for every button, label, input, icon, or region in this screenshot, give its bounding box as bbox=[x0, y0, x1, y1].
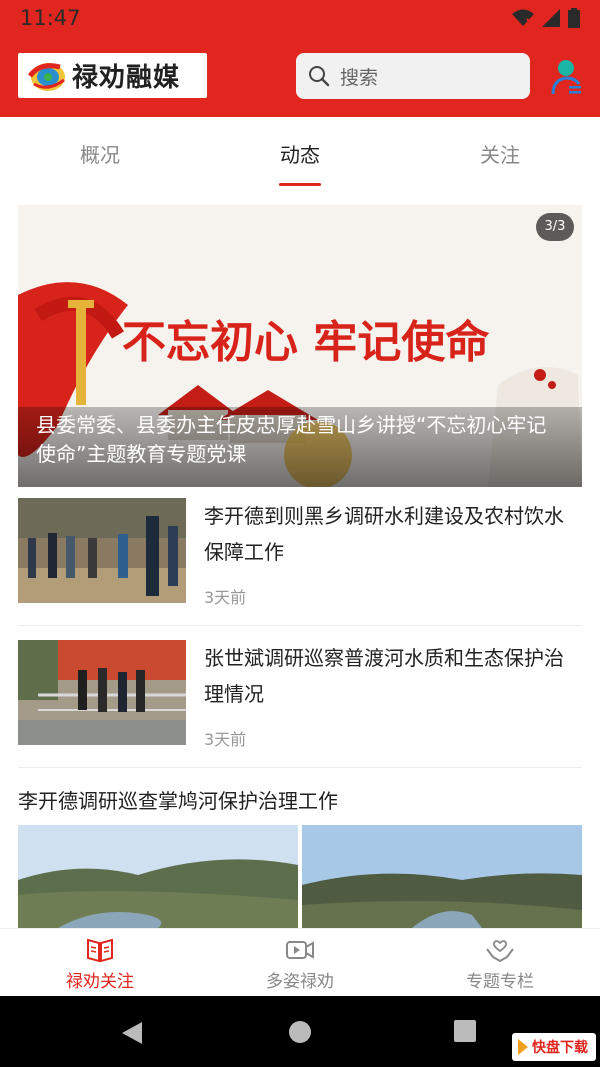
status-icons bbox=[512, 8, 580, 28]
news-item[interactable]: 李开德到则黑乡调研水利建设及农村饮水保障工作 3天前 bbox=[18, 498, 582, 626]
tab-active-indicator bbox=[279, 183, 321, 186]
tab-overview[interactable]: 概况 bbox=[0, 139, 200, 168]
gallery-image bbox=[18, 825, 298, 928]
logo-emblem-icon bbox=[27, 62, 65, 91]
banner-carousel[interactable]: 不忘初心 牢记使命 3/3 县委常委、县委办主任皮忠厚赴雪山乡讲授“不忘初心牢记… bbox=[18, 205, 582, 487]
news-time: 3天前 bbox=[204, 588, 247, 607]
news-thumbnail bbox=[18, 640, 186, 745]
search-placeholder: 搜索 bbox=[340, 66, 379, 89]
news-item[interactable]: 张世斌调研巡察普渡河水质和生态保护治理情况 3天前 bbox=[18, 640, 582, 768]
battery-icon bbox=[568, 8, 580, 28]
nav-label: 禄劝关注 bbox=[66, 972, 134, 992]
nav-item-special-topics[interactable]: 专题专栏 bbox=[400, 935, 600, 992]
banner-caption: 县委常委、县委办主任皮忠厚赴雪山乡讲授“不忘初心牢记使命”主题教育专题党课 bbox=[18, 407, 582, 487]
tab-follow[interactable]: 关注 bbox=[400, 139, 600, 168]
user-profile-icon[interactable] bbox=[547, 58, 583, 96]
video-icon bbox=[286, 941, 314, 959]
news-thumbnail bbox=[18, 498, 186, 603]
search-icon bbox=[309, 66, 330, 87]
watermark-logo-icon bbox=[518, 1039, 528, 1055]
nav-item-colorful-luquan[interactable]: 多姿禄劝 bbox=[200, 935, 400, 992]
banner-slogan: 不忘初心 牢记使命 bbox=[122, 317, 489, 368]
watermark-text: 快盘下载 bbox=[532, 1040, 588, 1056]
tab-bar: 概况 动态 关注 bbox=[0, 117, 600, 189]
gallery-title[interactable]: 李开德调研巡查掌鸠河保护治理工作 bbox=[18, 785, 338, 814]
app-header: 禄劝融媒 搜索 bbox=[0, 36, 600, 117]
status-time: 11:47 bbox=[20, 6, 81, 30]
signal-icon bbox=[542, 9, 560, 27]
logo-text: 禄劝融媒 bbox=[72, 63, 181, 93]
nav-label: 专题专栏 bbox=[466, 972, 534, 992]
search-input[interactable]: 搜索 bbox=[296, 53, 530, 99]
nav-item-luquan-focus[interactable]: 禄劝关注 bbox=[0, 935, 200, 992]
gallery-images[interactable] bbox=[18, 825, 582, 928]
banner-counter: 3/3 bbox=[536, 213, 574, 241]
watermark: 快盘下载 bbox=[512, 1033, 596, 1061]
logo: 禄劝融媒 bbox=[18, 53, 207, 98]
news-title: 李开德到则黑乡调研水利建设及农村饮水保障工作 bbox=[204, 504, 564, 564]
book-icon bbox=[87, 938, 113, 963]
wifi-icon bbox=[512, 9, 534, 26]
news-time: 3天前 bbox=[204, 730, 247, 749]
status-bar: 11:47 bbox=[0, 0, 600, 36]
recents-icon[interactable] bbox=[454, 1020, 476, 1042]
hands-icon bbox=[486, 940, 514, 963]
gallery-image bbox=[302, 825, 582, 928]
bottom-nav: 禄劝关注 多姿禄劝 专题专栏 bbox=[0, 928, 600, 996]
home-icon[interactable] bbox=[288, 1020, 312, 1044]
back-icon[interactable] bbox=[120, 1020, 144, 1046]
system-nav-bar: 快盘下载 bbox=[0, 996, 600, 1067]
tab-news[interactable]: 动态 bbox=[200, 139, 400, 168]
news-title: 张世斌调研巡察普渡河水质和生态保护治理情况 bbox=[204, 646, 564, 706]
nav-label: 多姿禄劝 bbox=[266, 972, 334, 992]
